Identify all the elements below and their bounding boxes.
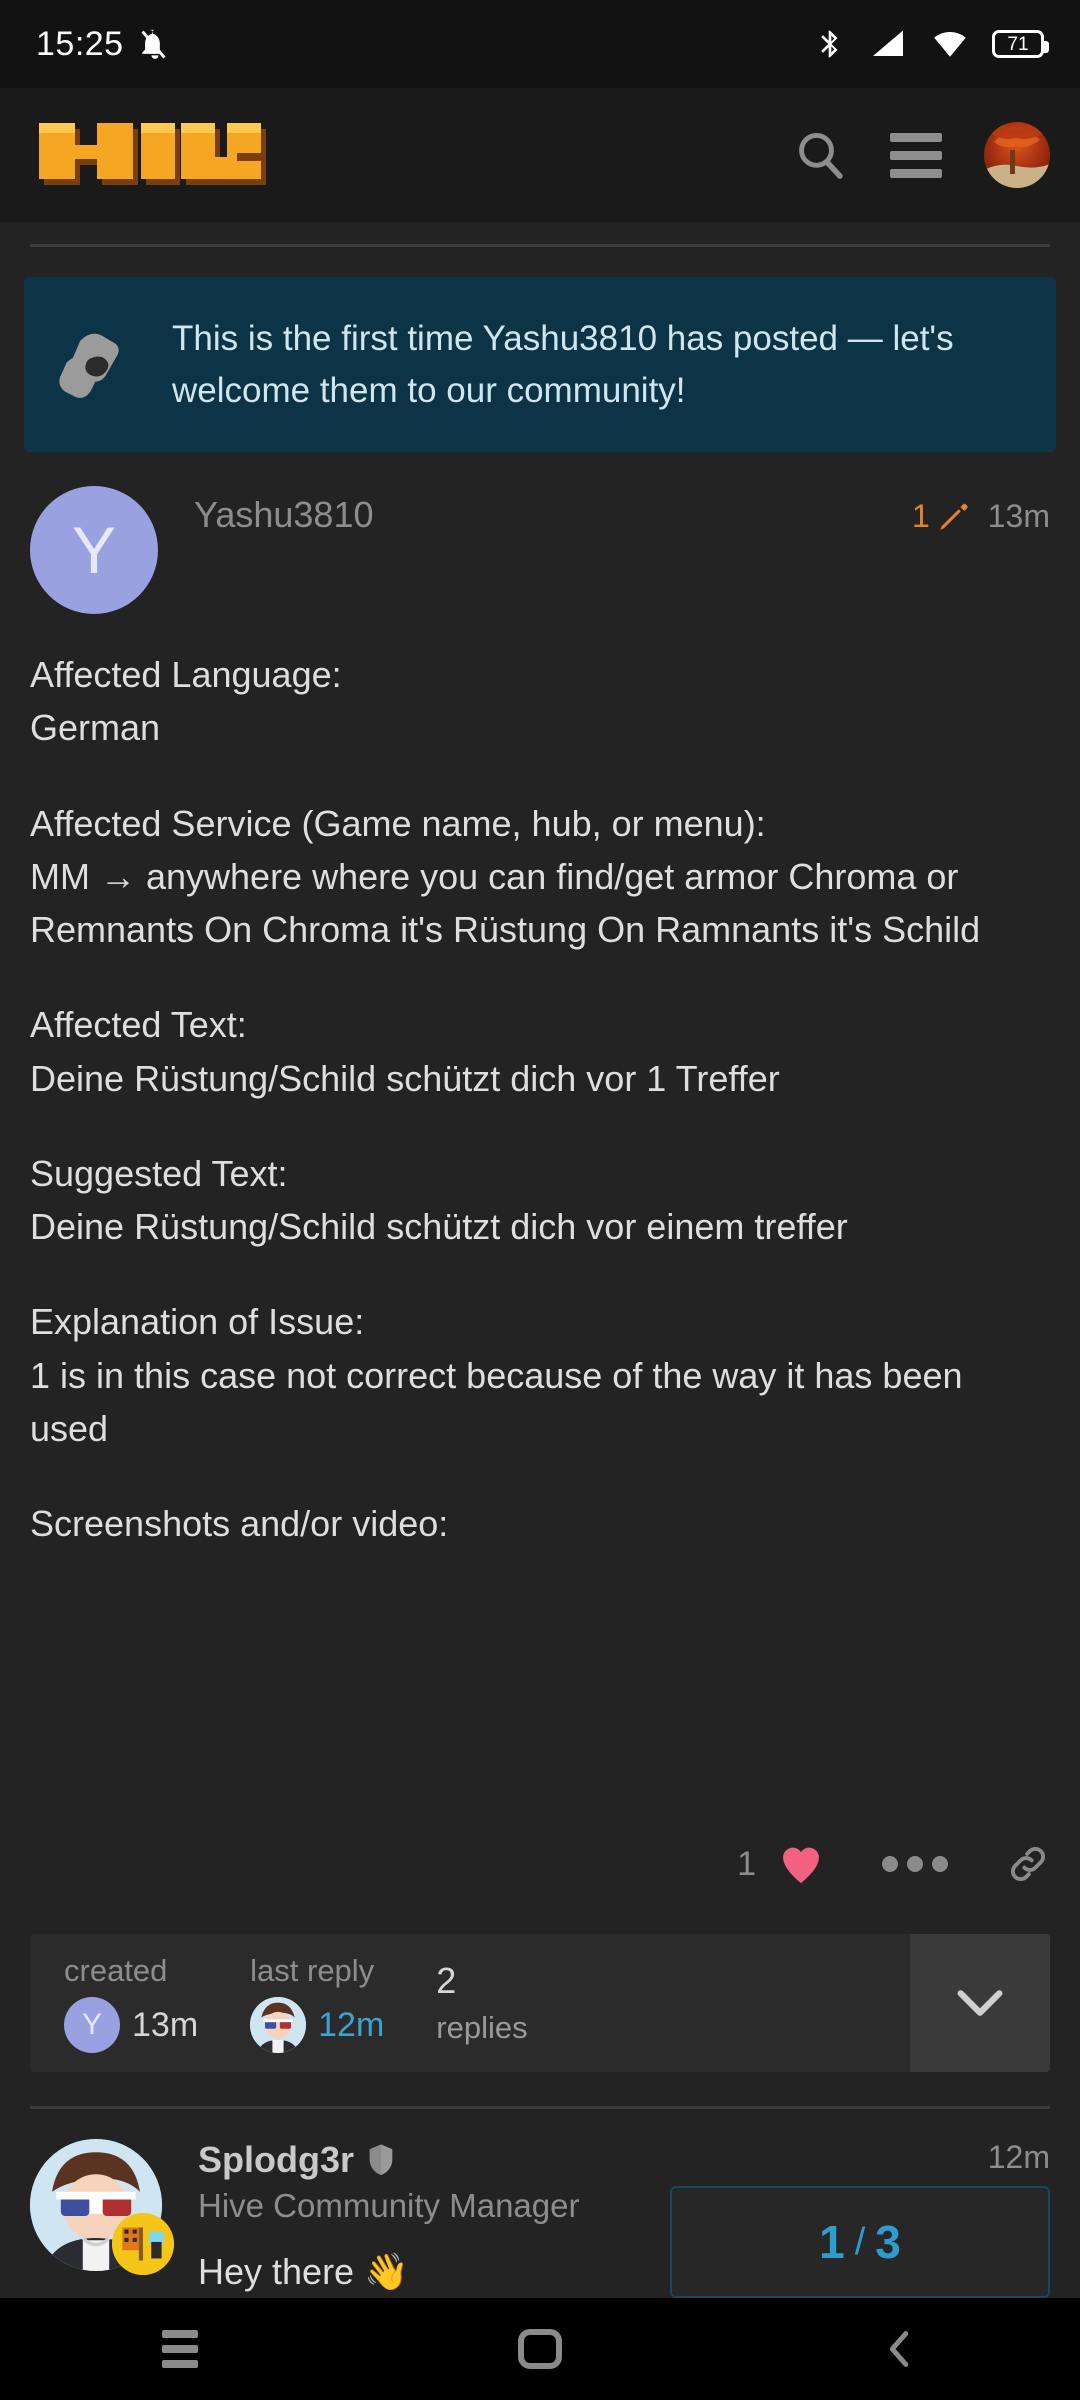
post-body: Affected Language: German Affected Servi…: [30, 648, 1050, 1792]
last-reply-time[interactable]: 12m: [318, 2006, 384, 2045]
reply-timestamp: 12m: [987, 2139, 1050, 2176]
topic-scroll-area[interactable]: This is the first time Yashu3810 has pos…: [0, 222, 1080, 2298]
more-options-icon[interactable]: [864, 1856, 966, 1873]
post-header-main: Yashu3810 1 13m: [158, 486, 1050, 536]
last-reply-stat: last reply 12m: [250, 1953, 384, 2054]
home-icon: [518, 2329, 562, 2369]
post-line: Suggested Text:: [30, 1152, 288, 1194]
reply-author-row: Splodg3r: [198, 2139, 579, 2181]
replies-label: replies: [436, 2010, 528, 2046]
post-line: Deine Rüstung/Schild schützt dich vor 1 …: [30, 1057, 780, 1099]
minecraft-flag-badge: [112, 2213, 174, 2276]
created-value-row: Y 13m: [64, 1997, 199, 2054]
avatar[interactable]: [250, 1997, 307, 2054]
replies-count: 2: [436, 1960, 457, 2002]
app-header-bar: [0, 88, 1080, 222]
recents-icon: [162, 2330, 198, 2368]
top-divider: [30, 244, 1050, 247]
cellular-signal-icon: [873, 30, 903, 56]
avatar[interactable]: [984, 122, 1050, 188]
progress-total: 3: [875, 2216, 901, 2268]
post-line: Explanation of Issue:: [30, 1301, 365, 1343]
notifications-silenced-icon: [141, 29, 166, 59]
created-stat: created Y 13m: [64, 1953, 199, 2054]
post-paragraph: Suggested Text: Deine Rüstung/Schild sch…: [30, 1147, 1050, 1254]
hive-logo[interactable]: [34, 113, 274, 197]
post-author-name[interactable]: Yashu3810: [194, 494, 374, 536]
original-post: Y Yashu3810 1 13m Affected Language: Ger…: [0, 486, 1080, 1792]
post-paragraph: Screenshots and/or video:: [30, 1497, 1050, 1550]
status-bar-right: 71: [814, 26, 1049, 62]
app-bar-actions: [792, 122, 1050, 188]
share-link-icon[interactable]: [1006, 1842, 1050, 1886]
like-count-label: 1: [737, 1844, 756, 1883]
avatar[interactable]: Y: [30, 486, 158, 614]
topic-progress-indicator[interactable]: 1 / 3: [670, 2186, 1050, 2298]
welcome-banner-text: This is the first time Yashu3810 has pos…: [172, 319, 954, 410]
progress-current: 1: [819, 2216, 845, 2268]
last-reply-value-row: 12m: [250, 1997, 384, 2054]
last-reply-label: last reply: [250, 1953, 375, 1989]
post-line: Affected Text:: [30, 1004, 247, 1046]
post-media-placeholder: [30, 1592, 1050, 1792]
chevron-down-icon: [957, 1990, 1003, 2017]
post-line: German: [30, 707, 161, 749]
post-paragraph: Affected Text: Deine Rüstung/Schild schü…: [30, 998, 1050, 1105]
progress-separator: /: [854, 2220, 866, 2263]
post-paragraph: Affected Service (Game name, hub, or men…: [30, 797, 1050, 957]
wifi-icon: [934, 32, 966, 57]
like-button[interactable]: 1: [737, 1843, 824, 1885]
battery-indicator: 71: [992, 30, 1049, 58]
android-navigation-bar: [0, 2298, 1080, 2400]
moderator-shield-icon: [369, 2144, 393, 2176]
post-header: Y Yashu3810 1 13m: [30, 486, 1050, 614]
heart-like-icon[interactable]: [778, 1843, 824, 1885]
back-chevron-icon: [889, 2331, 909, 2367]
first-post-welcome-banner: This is the first time Yashu3810 has pos…: [24, 277, 1056, 452]
reply-author-block: Splodg3r Hive Community Manager: [198, 2139, 579, 2225]
post-line: Affected Service (Game name, hub, or men…: [30, 802, 766, 844]
status-bar: 15:25 71: [0, 0, 1080, 88]
post-line: Screenshots and/or video:: [30, 1503, 449, 1545]
bluetooth-icon: [821, 30, 838, 58]
post-paragraph: Explanation of Issue: 1 is in this case …: [30, 1295, 1050, 1455]
topic-summary-bar[interactable]: created Y 13m last reply 12m 2 replies: [30, 1934, 1050, 2073]
post-timestamp: 13m: [987, 498, 1050, 534]
reply-author-name[interactable]: Splodg3r: [198, 2139, 354, 2181]
reply-avatar-wrap[interactable]: [30, 2139, 174, 2276]
topic-summary-stats: created Y 13m last reply 12m 2 replies: [30, 1934, 910, 2072]
expand-topic-button[interactable]: [910, 1934, 1050, 2073]
status-bar-clock: 15:25: [36, 24, 124, 63]
phone-screen: 15:25 71 This is the first time Yashu381…: [0, 0, 1080, 2400]
created-time: 13m: [132, 2005, 199, 2044]
waving-hands-icon: [56, 322, 142, 408]
post-line: Affected Language:: [30, 654, 342, 695]
battery-percent-label: 71: [1007, 33, 1029, 55]
home-button[interactable]: [480, 2298, 600, 2400]
post-line: 1 is in this case not correct because of…: [30, 1354, 963, 1449]
edit-count-label: 1: [911, 498, 930, 534]
recents-button[interactable]: [120, 2298, 240, 2400]
replies-stat: 2 replies: [436, 1960, 527, 2046]
post-line: MM → anywhere where you can find/get arm…: [30, 855, 981, 951]
post-line: Deine Rüstung/Schild schützt dich vor ei…: [30, 1206, 848, 1248]
back-button[interactable]: [840, 2298, 960, 2400]
edit-indicator[interactable]: 1: [912, 498, 970, 535]
reply-author-title: Hive Community Manager: [198, 2187, 580, 2225]
post-action-row: 1: [0, 1820, 1080, 1908]
post-paragraph: Affected Language: German: [30, 648, 1050, 755]
created-label: created: [64, 1953, 168, 1989]
post-meta: 1 13m: [912, 494, 1050, 535]
avatar[interactable]: Y: [64, 1997, 120, 2054]
hamburger-menu-icon[interactable]: [890, 132, 942, 178]
search-icon[interactable]: [792, 127, 848, 183]
pencil-edit-icon: [940, 503, 968, 530]
status-bar-left: 15:25: [36, 25, 172, 64]
